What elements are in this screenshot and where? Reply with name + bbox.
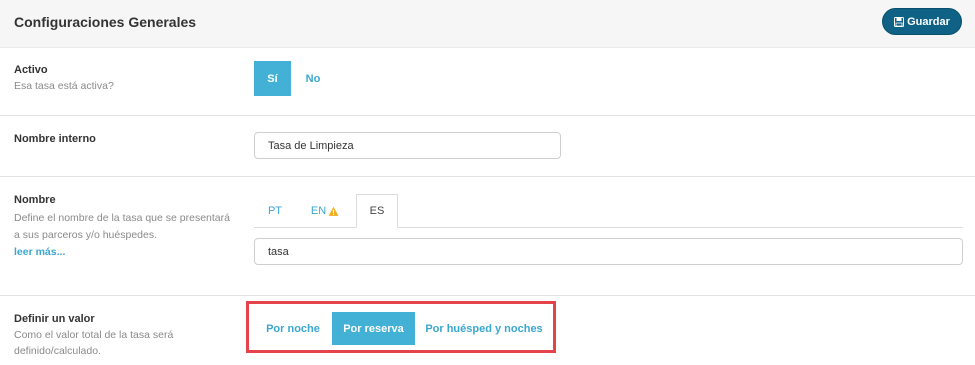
tab-pt-label: PT xyxy=(267,205,283,217)
save-button[interactable]: Guardar xyxy=(882,8,962,35)
nombre-description-line2: a sus parceros y/o huéspedes. xyxy=(14,229,158,241)
definir-valor-description-line1: Como el valor total de la tasa será xyxy=(14,329,174,341)
toggle-no-button[interactable]: No xyxy=(293,61,333,96)
page-title: Configuraciones Generales xyxy=(14,14,197,30)
option-por-reserva[interactable]: Por reserva xyxy=(332,312,415,345)
nombre-description-line1: Define el nombre de la tasa que se prese… xyxy=(14,212,230,224)
save-button-label: Guardar xyxy=(907,15,950,28)
activo-label: Activo xyxy=(14,64,48,76)
page-header: Configuraciones Generales Guardar xyxy=(0,0,975,48)
option-por-noche[interactable]: Por noche xyxy=(258,312,328,345)
nombre-interno-label: Nombre interno xyxy=(14,133,96,145)
tab-es[interactable]: ES xyxy=(356,194,398,228)
warning-icon xyxy=(328,206,339,216)
divider xyxy=(0,176,975,177)
activo-description: Esa tasa está activa? xyxy=(14,80,114,92)
definir-valor-description-line2: definido/calculado. xyxy=(14,345,101,357)
definir-valor-label: Definir un valor xyxy=(14,313,95,325)
toggle-yes-button[interactable]: Sí xyxy=(254,61,291,96)
tab-en-label: EN xyxy=(310,205,327,217)
divider xyxy=(0,115,975,116)
nombre-label: Nombre xyxy=(14,194,56,206)
floppy-disk-icon xyxy=(894,16,905,27)
nombre-input[interactable] xyxy=(254,238,963,265)
tab-en[interactable]: EN xyxy=(304,194,346,228)
nombre-interno-input[interactable] xyxy=(254,132,561,159)
divider xyxy=(0,295,975,296)
tab-pt[interactable]: PT xyxy=(258,194,292,228)
option-por-huesped-y-noches[interactable]: Por huésped y noches xyxy=(421,312,547,345)
tab-es-label: ES xyxy=(369,205,385,217)
read-more-link[interactable]: leer más... xyxy=(14,246,65,258)
